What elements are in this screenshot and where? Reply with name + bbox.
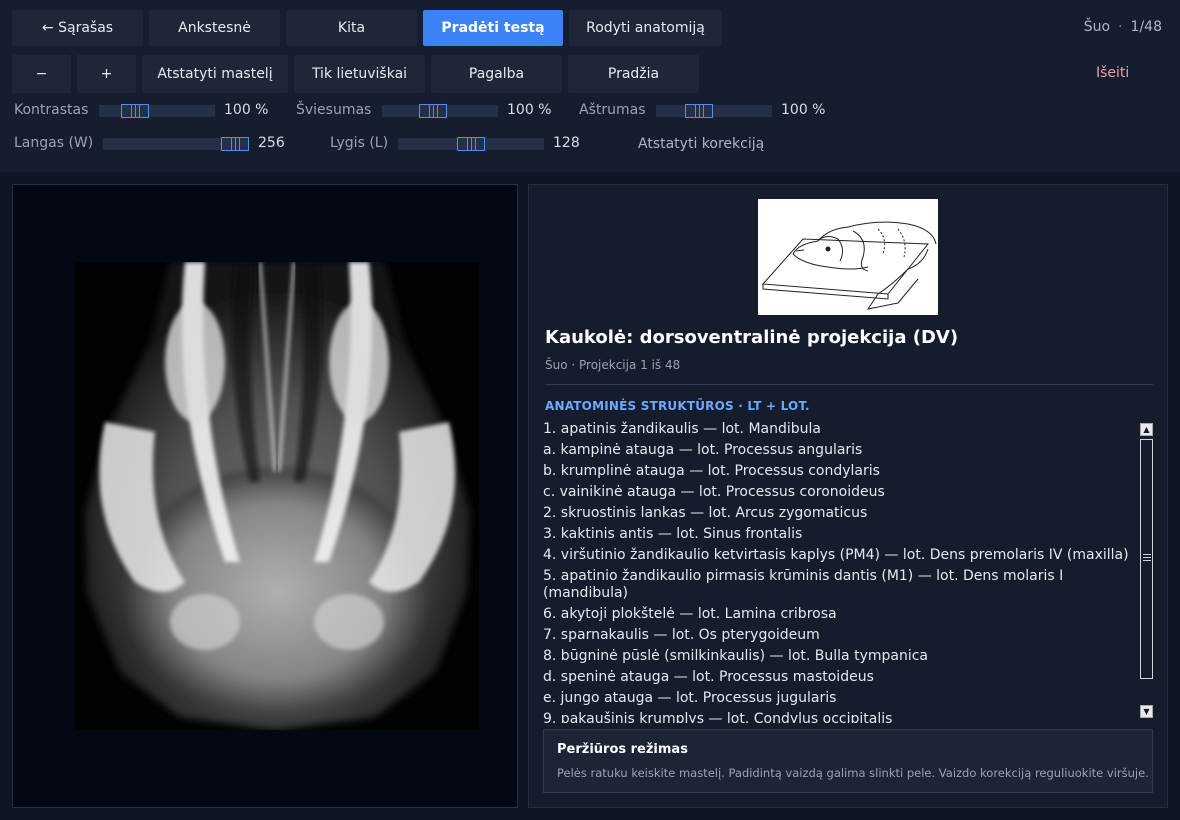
structures-heading: ANATOMINĖS STRUKTŪROS · LT + LOT. [545,399,810,413]
skull-radiograph [75,262,479,730]
home-button[interactable]: Pradžia [568,55,699,93]
contrast-value: 100 % [224,102,269,118]
list-item: 5. apatinio žandikaulio pirmasis krūmini… [543,568,1064,601]
lithuanian-only-button[interactable]: Tik lietuviškai [294,55,425,93]
structures-list[interactable]: 1. apatinis žandikaulis — lot. Mandibula… [543,421,1133,723]
window-value: 256 [258,135,285,151]
list-item: a. kampinė atauga — lot. Processus angul… [543,442,863,458]
level-slider[interactable] [398,137,544,151]
list-item: 3. kaktinis antis — lot. Sinus frontalis [543,526,803,542]
back-to-list-button[interactable]: ← Sąrašas [12,10,143,46]
brightness-slider[interactable] [382,104,498,118]
scrollbar-grip-icon[interactable] [1143,554,1151,563]
case-position: 1/48 [1130,19,1162,35]
xray-image[interactable] [75,262,479,730]
list-item: 4. viršutinio žandikaulio ketvirtasis ka… [543,547,1129,563]
quit-button[interactable]: Išeiti [1096,65,1129,81]
window-slider[interactable] [103,137,249,151]
toolbar: ← Sąrašas Ankstesnė Kita Pradėti testą R… [0,0,1180,172]
dog-positioning-illustration [758,199,938,315]
zoom-out-button[interactable]: − [12,55,71,93]
list-item: 2. skruostinis lankas — lot. Arcus zygom… [543,505,868,521]
projection-title: Kaukolė: dorsoventralinė projekcija (DV) [545,327,959,348]
brightness-value: 100 % [507,102,552,118]
level-value: 128 [553,135,580,151]
scroll-up-arrow-icon[interactable]: ▲ [1140,423,1153,436]
sharpness-slider-thumb[interactable] [685,104,713,118]
reset-zoom-button[interactable]: Atstatyti mastelį [142,55,288,93]
contrast-label: Kontrastas [14,102,89,118]
sharpness-slider[interactable] [656,104,772,118]
list-item: c. vainikinė atauga — lot. Processus cor… [543,484,885,500]
level-label: Lygis (L) [330,135,389,151]
structures-scrollbar[interactable]: ▲ ▼ [1140,423,1153,719]
list-item: 8. būgninė pūslė (smilkinkaulis) — lot. … [543,648,928,664]
list-item: 1. apatinis žandikaulis — lot. Mandibula [543,421,821,437]
list-item: d. speninė atauga — lot. Processus masto… [543,669,874,685]
show-anatomy-button[interactable]: Rodyti anatomiją [569,10,722,46]
counter-separator: · [1118,19,1123,35]
help-button[interactable]: Pagalba [431,55,562,93]
divider [545,384,1153,385]
window-slider-thumb[interactable] [221,137,249,151]
zoom-in-button[interactable]: + [77,55,136,93]
brightness-slider-thumb[interactable] [419,104,447,118]
image-viewer[interactable] [12,184,518,808]
projection-subtitle: Šuo · Projekcija 1 iš 48 [545,358,681,372]
scrollbar-track[interactable] [1140,439,1153,679]
scroll-down-arrow-icon[interactable]: ▼ [1140,705,1153,718]
reset-correction-button[interactable]: Atstatyti korekciją [638,136,764,152]
view-mode-text: Pelės ratuku keiskite mastelį. Padidintą… [557,766,1149,780]
info-panel: Kaukolė: dorsoventralinė projekcija (DV)… [528,184,1168,808]
sharpness-value: 100 % [781,102,826,118]
view-mode-heading: Peržiūros režimas [557,742,688,757]
sharpness-label: Aštrumas [579,102,646,118]
level-slider-thumb[interactable] [457,137,485,151]
list-item: b. krumplinė atauga — lot. Processus con… [543,463,880,479]
case-counter: Šuo · 1/48 [1084,19,1162,35]
species-label: Šuo [1083,19,1111,35]
start-test-button[interactable]: Pradėti testą [423,10,563,46]
window-label: Langas (W) [14,135,94,151]
list-item: 7. sparnakaulis — lot. Os pterygoideum [543,627,820,643]
previous-button[interactable]: Ankstesnė [149,10,280,46]
brightness-label: Šviesumas [296,102,372,118]
positioning-sketch [758,199,938,315]
next-button[interactable]: Kita [286,10,417,46]
view-mode-infobox: Peržiūros režimas Pelės ratuku keiskite … [543,729,1153,793]
list-item: 9. pakaušinis krumplys — lot. Condylus o… [543,711,893,723]
contrast-slider[interactable] [99,104,215,118]
list-item: e. jungo atauga — lot. Processus jugular… [543,690,837,706]
contrast-slider-thumb[interactable] [121,104,149,118]
list-item: 6. akytoji plokštelė — lot. Lamina cribr… [543,606,837,622]
